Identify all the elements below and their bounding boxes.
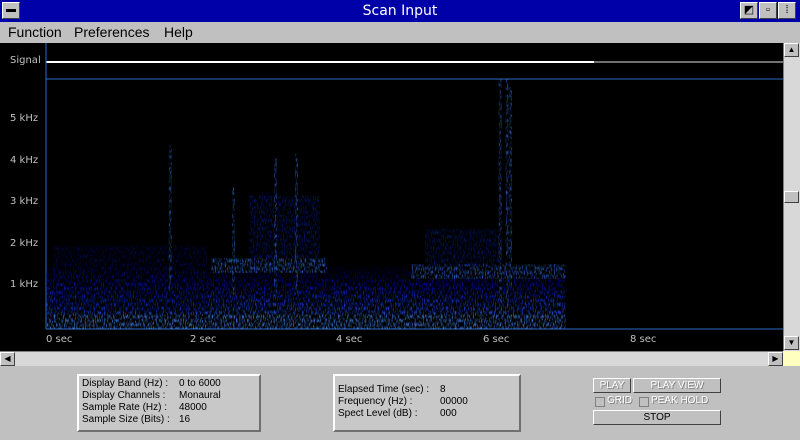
scroll-down-button[interactable]: ▼ (784, 336, 799, 350)
restore-button[interactable]: ◩ (740, 2, 758, 19)
scrollbar-corner (783, 351, 800, 366)
spectrogram-transient (498, 79, 502, 313)
y-label-3khz: 3 kHz (10, 196, 39, 207)
window-menu-button[interactable]: ⁞ (778, 2, 796, 19)
menu-preferences[interactable]: Preferences (74, 24, 149, 40)
scroll-up-button[interactable]: ▲ (784, 43, 799, 57)
sample-size-label: Sample Size (Bits) : (82, 414, 170, 425)
frequency-value: 00000 (440, 396, 468, 407)
display-channels-value: Monaural (179, 390, 221, 401)
spectrogram-panel[interactable]: Signal 5 kHz 4 kHz 3 kHz 2 kHz 1 kHz 0 s… (0, 43, 783, 351)
spectrogram-formant-band (210, 258, 327, 273)
y-label-2khz: 2 kHz (10, 238, 39, 249)
x-label-2: 2 sec (190, 334, 217, 345)
peak-hold-label: PEAK HOLD (651, 395, 709, 406)
spectrogram-transient (232, 187, 235, 296)
y-label-5khz: 5 kHz (10, 113, 39, 124)
scroll-right-button[interactable]: ▶ (768, 352, 783, 366)
x-label-8: 8 sec (630, 334, 657, 345)
frequency-label: Frequency (Hz) : (338, 396, 413, 407)
window-title: Scan Input (362, 3, 438, 19)
display-channels-label: Display Channels : (82, 390, 166, 401)
display-band-label: Display Band (Hz) : (82, 378, 169, 389)
spectrogram-transient (168, 145, 172, 292)
x-label-0: 0 sec (46, 334, 73, 345)
grid-checkbox[interactable] (595, 397, 605, 407)
status-panel: Display Band (Hz) : 0 to 6000 Display Ch… (0, 366, 800, 440)
grid-label: GRID (607, 395, 632, 406)
spectrogram-transient (274, 158, 277, 296)
stop-button[interactable]: STOP (593, 410, 721, 425)
sample-size-value: 16 (179, 414, 191, 425)
measurement-info-box: Elapsed Time (sec) : 8 Frequency (Hz) : … (333, 374, 521, 432)
x-label-4: 4 sec (336, 334, 363, 345)
display-band-value: 0 to 6000 (179, 378, 221, 389)
spect-level-label: Spect Level (dB) : (338, 408, 418, 419)
spectrogram-harmonic-cloud (425, 229, 503, 267)
peak-hold-checkbox[interactable] (639, 397, 649, 407)
spectrogram-transient (509, 87, 513, 288)
menu-help[interactable]: Help (164, 24, 193, 40)
title-bar[interactable]: Scan Input ◩ ▫ ⁞ (0, 0, 800, 23)
play-view-button[interactable]: PLAY VIEW (633, 378, 721, 393)
spect-level-value: 000 (440, 408, 457, 419)
close-button[interactable]: ▫ (759, 2, 777, 19)
signal-label: Signal (10, 55, 41, 66)
elapsed-time-label: Elapsed Time (sec) : (338, 384, 430, 395)
spectrogram-transient (505, 79, 509, 313)
menu-function[interactable]: Function (8, 24, 62, 40)
vertical-scroll-thumb[interactable] (784, 191, 799, 203)
spectrogram-transient (295, 154, 298, 296)
spectrogram-noise-cloud (53, 245, 208, 313)
sample-rate-label: Sample Rate (Hz) : (82, 402, 168, 413)
sample-rate-value: 48000 (179, 402, 207, 413)
x-label-6: 6 sec (483, 334, 510, 345)
play-button[interactable]: PLAY (593, 378, 631, 393)
display-info-box: Display Band (Hz) : 0 to 6000 Display Ch… (77, 374, 261, 432)
menu-bar: Function Preferences Help (0, 22, 800, 43)
elapsed-time-value: 8 (440, 384, 446, 395)
spectrogram-chart (45, 43, 783, 330)
vertical-scrollbar[interactable]: ▲ ▼ (783, 43, 800, 352)
y-label-4khz: 4 kHz (10, 155, 39, 166)
spectrogram-harmonic-cloud (249, 195, 320, 259)
horizontal-scrollbar[interactable]: ◀ ▶ (0, 351, 783, 366)
spectrogram-formant-band (410, 264, 566, 279)
y-label-1khz: 1 kHz (10, 279, 39, 290)
spectrogram-low-band (49, 314, 566, 329)
scroll-left-button[interactable]: ◀ (0, 352, 15, 366)
scan-input-window: Scan Input ◩ ▫ ⁞ Function Preferences He… (0, 0, 800, 440)
